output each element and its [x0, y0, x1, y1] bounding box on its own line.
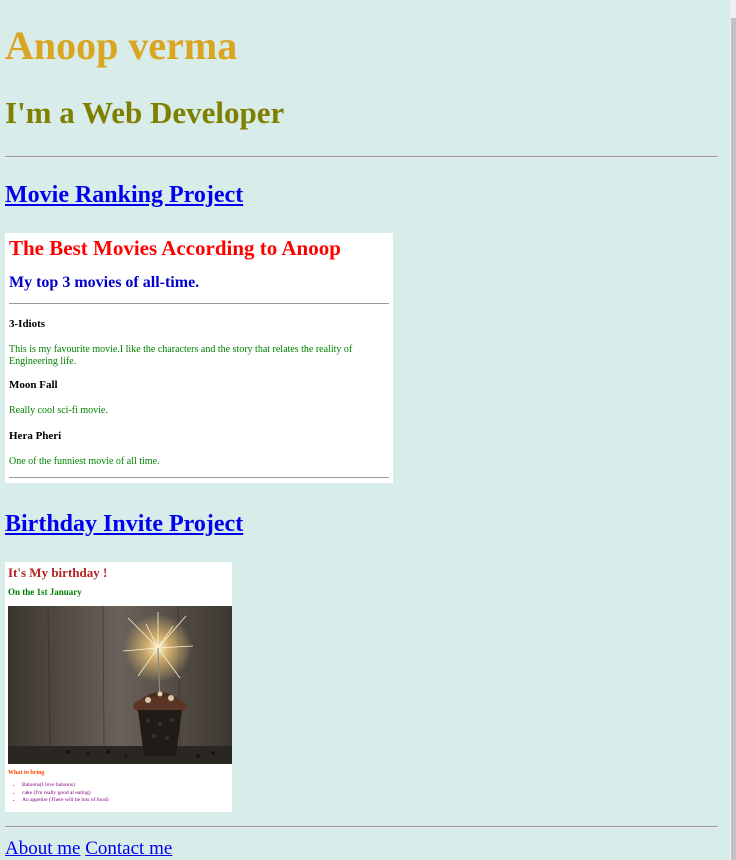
cupcake-sparkler-image: [8, 606, 232, 764]
movie-ranking-link[interactable]: Movie Ranking Project: [5, 181, 243, 210]
footer-links: About me Contact me: [5, 838, 172, 860]
list-item: cake (I'm really good at eating): [22, 790, 227, 798]
about-me-link[interactable]: About me: [5, 838, 80, 859]
contact-me-link[interactable]: Contact me: [85, 838, 172, 859]
vertical-scrollbar[interactable]: [730, 0, 736, 860]
scrollbar-thumb[interactable]: [731, 18, 736, 860]
bring-list: Baloons(I love baloons) cake (I'm really…: [8, 782, 227, 805]
footer-divider: [5, 826, 718, 828]
what-to-bring-heading: What to bring: [8, 770, 45, 776]
movie-description: This is my favourite movie.I like the ch…: [9, 344, 353, 367]
birthday-invite-preview-frame[interactable]: It's My birthday ! On the 1st January Wh…: [5, 562, 232, 812]
birthday-invite-link[interactable]: Birthday Invite Project: [5, 510, 243, 539]
movie-ranking-preview-frame[interactable]: The Best Movies According to Anoop My to…: [5, 233, 393, 483]
birthday-title: It's My birthday !: [8, 565, 108, 580]
page-title: Anoop verma: [5, 23, 238, 68]
movie-description: One of the funniest movie of all time.: [9, 456, 160, 467]
movie-title: Moon Fall: [9, 379, 58, 391]
portfolio-page: Anoop verma I'm a Web Developer Movie Ra…: [0, 0, 736, 860]
divider: [5, 156, 718, 158]
list-item: An appetite (There will be lots of food): [22, 797, 227, 805]
movie-page-title: The Best Movies According to Anoop: [9, 236, 341, 260]
page-tagline: I'm a Web Developer: [5, 95, 285, 130]
list-item: Baloons(I love baloons): [22, 782, 227, 790]
movie-divider-bottom: [9, 477, 389, 478]
movie-divider-top: [9, 303, 389, 304]
movie-description: Really cool sci-fi movie.: [9, 405, 108, 416]
movie-title: Hera Pheri: [9, 430, 62, 442]
birthday-date: On the 1st January: [8, 587, 82, 597]
movie-title: 3-Idiots: [9, 318, 46, 330]
movie-page-subtitle: My top 3 movies of all-time.: [9, 274, 200, 291]
